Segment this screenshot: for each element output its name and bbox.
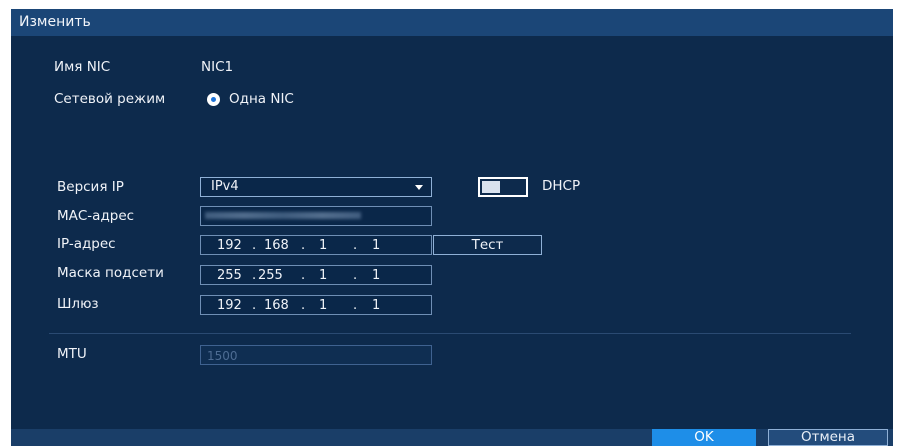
ok-button[interactable]: OK (652, 429, 756, 446)
single-nic-option-label: Одна NIC (229, 91, 294, 107)
chevron-down-icon (415, 185, 423, 190)
ip-version-value: IPv4 (211, 179, 239, 194)
nic-name-label: Имя NIC (54, 59, 111, 75)
dialog-footer (11, 429, 893, 446)
edit-dialog: Изменить Имя NIC NIC1 Сетевой режим Одна… (11, 9, 893, 446)
ip-octet-1[interactable]: 192 (217, 237, 242, 255)
single-nic-radio[interactable] (207, 93, 220, 106)
gateway-octet-1[interactable]: 192 (217, 297, 242, 315)
gateway-input[interactable]: 192 . 168 . 1 . 1 (200, 295, 432, 315)
gateway-dot: . (301, 298, 306, 313)
ip-dot: . (301, 238, 306, 253)
mtu-label: MTU (57, 346, 87, 362)
ip-dot: . (353, 238, 358, 253)
mask-octet-2[interactable]: 255 (258, 267, 283, 285)
cancel-button[interactable]: Отмена (768, 429, 888, 446)
network-mode-label: Сетевой режим (54, 91, 166, 107)
test-button[interactable]: Тест (433, 235, 542, 255)
ip-version-select[interactable]: IPv4 (200, 177, 432, 197)
dhcp-label: DHCP (542, 178, 581, 194)
gateway-octet-4[interactable]: 1 (372, 297, 380, 315)
gateway-dot: . (353, 298, 358, 313)
ip-version-label: Версия IP (57, 179, 124, 195)
mask-dot: . (353, 268, 358, 283)
ip-address-label: IP-адрес (57, 236, 116, 252)
dialog-title: Изменить (11, 9, 893, 36)
subnet-mask-input[interactable]: 255 . 255 . 1 . 1 (200, 265, 432, 285)
ip-address-input[interactable]: 192 . 168 . 1 . 1 (200, 235, 432, 255)
mask-octet-3[interactable]: 1 (319, 267, 327, 285)
mask-dot: . (252, 268, 257, 283)
gateway-octet-2[interactable]: 168 (264, 297, 289, 315)
mtu-field: 1500 (200, 345, 432, 365)
ip-octet-2[interactable]: 168 (264, 237, 289, 255)
mac-address-label: МАС-адрес (57, 208, 135, 224)
mask-dot: . (301, 268, 306, 283)
ip-octet-3[interactable]: 1 (319, 237, 327, 255)
mtu-placeholder: 1500 (207, 349, 238, 363)
mask-octet-1[interactable]: 255 (217, 267, 242, 285)
subnet-mask-label: Маска подсети (57, 265, 164, 281)
ip-dot: . (252, 238, 257, 253)
mac-address-field (200, 206, 432, 226)
gateway-dot: . (252, 298, 257, 313)
ip-octet-4[interactable]: 1 (372, 237, 380, 255)
nic-name-value: NIC1 (201, 59, 234, 75)
gateway-octet-3[interactable]: 1 (319, 297, 327, 315)
mask-octet-4[interactable]: 1 (372, 267, 380, 285)
dhcp-toggle[interactable] (478, 177, 528, 197)
gateway-label: Шлюз (57, 296, 99, 312)
mac-address-redacted (205, 212, 361, 219)
toggle-knob (482, 181, 500, 193)
section-divider (49, 333, 851, 334)
